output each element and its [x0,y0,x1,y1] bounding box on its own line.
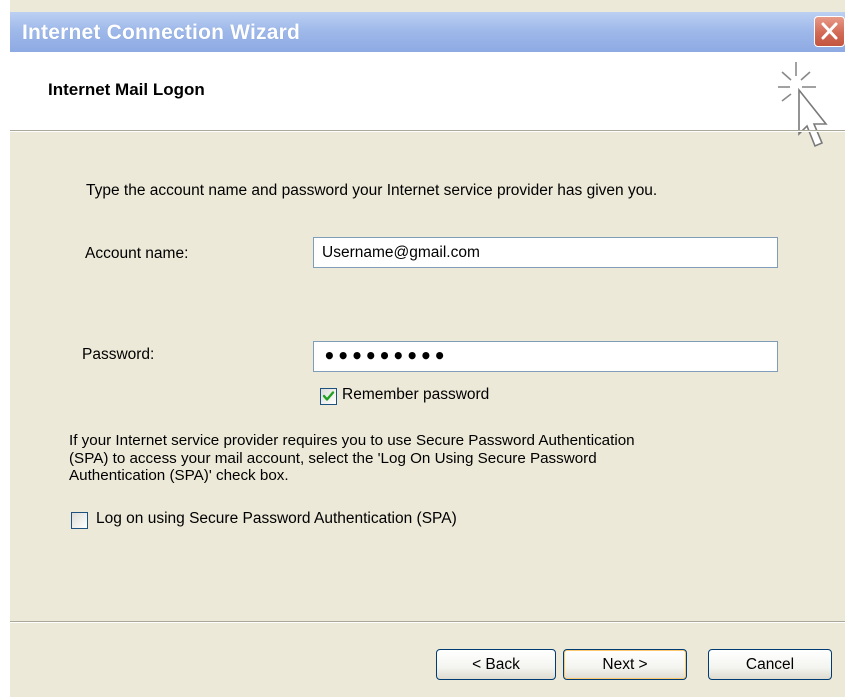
account-name-label: Account name: [85,245,189,262]
instruction-text: Type the account name and password your … [86,182,658,199]
spa-explanation-line: Authentication (SPA)' check box. [69,467,289,484]
password-label: Password: [82,346,155,363]
spa-checkbox[interactable] [71,512,88,529]
checkmark-icon [322,391,335,401]
next-button[interactable]: Next > [563,649,687,680]
header-separator-highlight [10,131,845,132]
back-button[interactable]: < Back [436,649,556,680]
password-mask: ••••••••• [323,344,448,368]
remember-password-label[interactable]: Remember password [342,386,489,404]
spa-explanation-line: (SPA) to access your mail account, selec… [69,449,597,467]
remember-password-checkbox[interactable] [320,388,337,405]
page-title: Internet Mail Logon [48,80,205,99]
spa-checkbox-label[interactable]: Log on using Secure Password Authenticat… [96,510,457,528]
spa-explanation: If your Internet service provider requir… [69,432,635,485]
close-button[interactable] [814,16,845,47]
wizard-window: Internet Connection Wizard Internet Mail… [10,0,845,697]
wizard-cursor-icon [778,62,828,148]
footer-separator-highlight [10,622,845,623]
background-edge [0,0,10,697]
close-icon [821,22,838,40]
wizard-header: Internet Mail Logon [10,52,845,130]
cancel-button[interactable]: Cancel [708,649,832,680]
spa-explanation-line: If your Internet service provider requir… [69,432,635,449]
account-name-input[interactable]: Username@gmail.com [313,237,778,268]
window-title: Internet Connection Wizard [22,21,301,44]
title-bar[interactable]: Internet Connection Wizard [10,12,845,52]
